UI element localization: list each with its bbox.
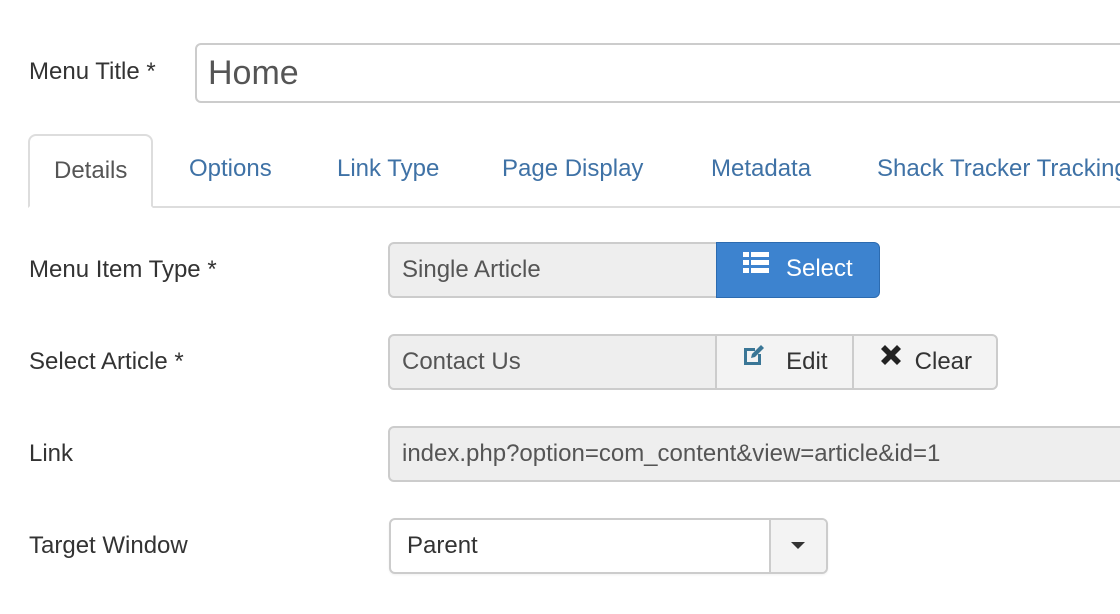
- menu-title-label: Menu Title *: [29, 58, 156, 85]
- link-label: Link: [29, 440, 74, 467]
- target-window-label: Target Window: [29, 532, 188, 559]
- tab-page-display[interactable]: Page Display: [502, 134, 643, 206]
- target-window-selected-value: Parent: [407, 532, 478, 559]
- list-icon: [743, 242, 770, 294]
- tab-metadata[interactable]: Metadata: [711, 134, 811, 206]
- edit-article-button[interactable]: Edit: [715, 334, 854, 390]
- clear-article-button[interactable]: Clear: [852, 334, 998, 390]
- close-icon: [878, 335, 904, 387]
- tab-link-type[interactable]: Link Type: [337, 134, 439, 206]
- clear-button-label: Clear: [914, 348, 973, 375]
- tab-bar: Details Options Link Type Page Display M…: [28, 134, 1120, 208]
- caret-down-icon: [791, 542, 805, 549]
- menu-item-type-value: Single Article: [388, 242, 718, 298]
- selected-article-value: Contact Us: [388, 334, 718, 390]
- select-article-label: Select Article *: [29, 348, 184, 375]
- tab-options[interactable]: Options: [189, 134, 272, 206]
- menu-item-type-label: Menu Item Type *: [29, 256, 217, 283]
- tab-details[interactable]: Details: [28, 134, 154, 208]
- select-dropdown-toggle[interactable]: [769, 520, 826, 572]
- target-window-select[interactable]: Parent: [389, 518, 828, 574]
- link-readonly-field: index.php?option=com_content&view=articl…: [388, 426, 1120, 482]
- tab-shack-tracker-tracking[interactable]: Shack Tracker Tracking: [877, 134, 1120, 206]
- menu-title-input[interactable]: [195, 43, 1120, 103]
- select-menu-item-type-button[interactable]: Select: [716, 242, 880, 298]
- edit-icon: [741, 335, 767, 387]
- select-button-label: Select: [785, 255, 853, 282]
- edit-button-label: Edit: [786, 348, 828, 375]
